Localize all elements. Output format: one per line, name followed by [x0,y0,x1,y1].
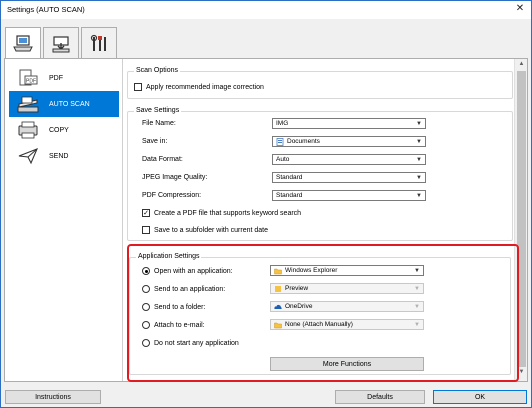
tools-icon [90,34,106,51]
data-format-value: Auto [276,156,290,163]
pdf-document-icon: PDF [15,67,41,89]
save-settings-group: Save Settings File Name: IMG ▼ Save in: … [127,107,513,241]
documents-folder-icon [276,137,284,146]
copy-icon [15,119,41,141]
jpeg-quality-label: JPEG Image Quality: [142,174,208,181]
scan-from-computer-tab[interactable] [5,27,41,60]
data-format-dropdown[interactable]: Auto ▼ [272,154,426,165]
sidebar-item-label: SEND [49,152,69,160]
jpeg-quality-value: Standard [276,174,303,181]
chevron-down-icon: ▼ [416,175,422,181]
window-title: Settings (AUTO SCAN) [7,5,85,14]
checkbox-box[interactable] [142,226,150,234]
send-plane-icon [15,145,41,167]
keyword-pdf-checkbox[interactable]: ✓ Create a PDF file that supports keywor… [142,209,301,217]
apply-correction-label: Apply recommended image correction [146,83,264,91]
save-in-label: Save in: [142,138,168,145]
chevron-down-icon: ▼ [416,121,422,127]
checkbox-checked[interactable]: ✓ [142,209,150,217]
general-settings-tab[interactable] [81,27,117,59]
title-bar: Settings (AUTO SCAN) ✕ [1,1,531,19]
sidebar-item-pdf[interactable]: PDF PDF [9,65,119,91]
sidebar: PDF PDF AUTO SCAN COPY SEND [5,59,123,381]
scan-options-group: Scan Options Apply recommended image cor… [127,67,513,99]
pdf-compression-dropdown[interactable]: Standard ▼ [272,190,426,201]
jpeg-quality-dropdown[interactable]: Standard ▼ [272,172,426,183]
tab-bar [1,19,531,60]
computer-scan-icon [13,35,33,52]
scroll-up-icon[interactable]: ▲ [517,61,526,70]
pdf-compression-label: PDF Compression: [142,192,202,199]
data-format-label: Data Format: [142,156,183,163]
subfolder-checkbox[interactable]: Save to a subfolder with current date [142,226,268,234]
subfolder-label: Save to a subfolder with current date [154,226,269,234]
sidebar-item-label: COPY [49,126,69,134]
save-in-dropdown[interactable]: Documents ▼ [272,136,426,147]
svg-text:PDF: PDF [26,79,36,85]
chevron-down-icon: ▼ [416,139,422,145]
apply-correction-checkbox[interactable]: Apply recommended image correction [134,83,264,91]
save-settings-legend: Save Settings [134,107,182,114]
ok-button[interactable]: OK [433,390,527,404]
checkbox-box[interactable] [134,83,142,91]
footer-bar: Instructions Defaults OK [1,383,531,407]
chevron-down-icon: ▼ [416,193,422,199]
highlight-frame [127,244,519,382]
sidebar-item-label: AUTO SCAN [49,100,90,108]
instructions-button[interactable]: Instructions [5,390,101,404]
scan-from-panel-tab[interactable] [43,27,79,59]
save-in-value: Documents [287,138,320,145]
defaults-button[interactable]: Defaults [335,390,425,404]
scan-options-legend: Scan Options [134,67,181,74]
pdf-compression-value: Standard [276,192,303,199]
sidebar-item-send[interactable]: SEND [9,143,119,169]
file-name-label: File Name: [142,120,176,127]
settings-window: Settings (AUTO SCAN) ✕ PDF PDF AUTO SCAN… [0,0,532,408]
chevron-down-icon: ▼ [416,157,422,163]
file-name-value: IMG [276,120,289,127]
close-button[interactable]: ✕ [513,3,527,15]
file-name-field[interactable]: IMG ▼ [272,118,426,129]
panel-scan-icon [52,35,70,52]
scanner-icon [15,93,41,115]
sidebar-item-label: PDF [49,74,63,82]
sidebar-item-copy[interactable]: COPY [9,117,119,143]
sidebar-item-auto-scan[interactable]: AUTO SCAN [9,91,119,117]
keyword-pdf-label: Create a PDF file that supports keyword … [154,209,302,217]
